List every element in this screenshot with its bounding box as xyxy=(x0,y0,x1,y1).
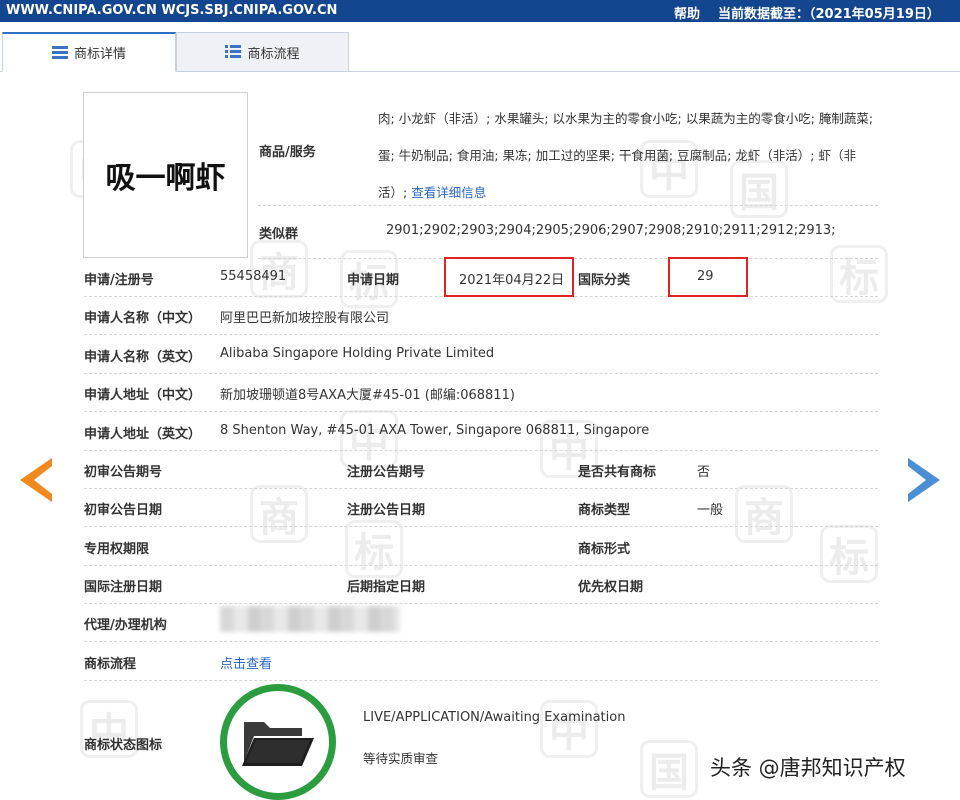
shared-label: 是否共有商标 xyxy=(578,465,657,480)
prelim-date-label: 初审公告日期 xyxy=(84,503,163,518)
applicant-cn-label: 申请人名称（中文） xyxy=(84,311,202,326)
watermark-stamp: 商 xyxy=(250,485,308,543)
flow-view-link[interactable]: 点击查看 xyxy=(220,653,272,672)
priority-date-label: 优先权日期 xyxy=(578,580,644,595)
row-divider xyxy=(84,526,878,527)
row-divider xyxy=(84,334,878,335)
address-cn-value: 新加坡珊顿道8号AXA大厦#45-01 (邮编:068811) xyxy=(220,388,515,403)
status-cn: 等待实质审查 xyxy=(363,751,439,766)
similar-group-label: 类似群 xyxy=(259,227,299,242)
goods-detail-link[interactable]: 查看详细信息 xyxy=(411,185,486,200)
type-value: 一般 xyxy=(697,503,724,518)
trademark-name: 吸一啊虾 xyxy=(105,161,226,196)
flow-label: 商标流程 xyxy=(84,657,137,672)
status-en: LIVE/APPLICATION/Awaiting Examination xyxy=(363,710,626,725)
row-divider xyxy=(84,450,878,451)
applicant-cn-value: 阿里巴巴新加坡控股有限公司 xyxy=(220,311,390,326)
reg-no-value: 55458491 xyxy=(220,269,287,284)
next-arrow-icon[interactable] xyxy=(908,458,940,502)
tab-flow-label: 商标流程 xyxy=(247,46,300,62)
reg-ann-no-label: 注册公告期号 xyxy=(347,465,426,480)
goods-list: 肉; 小龙虾（非活）; 水果罐头; 以水果为主的零食小吃; 以果蔬为主的零食小吃… xyxy=(378,100,874,211)
trademark-image: 吸一啊虾 xyxy=(83,92,248,258)
top-bar: WWW.CNIPA.GOV.CN WCJS.SBJ.CNIPA.GOV.CN 帮… xyxy=(0,0,960,22)
reg-no-label: 申请/注册号 xyxy=(84,273,154,288)
watermark-stamp: 中 xyxy=(540,700,598,758)
watermark-stamp: 标 xyxy=(345,520,403,578)
status-icon xyxy=(220,684,336,800)
exclusive-label: 专用权期限 xyxy=(84,542,150,557)
previous-arrow-icon[interactable] xyxy=(20,458,52,502)
watermark-stamp: 标 xyxy=(830,245,888,303)
applicant-en-label: 申请人名称（英文） xyxy=(84,350,202,365)
row-divider xyxy=(84,680,878,681)
watermark-stamp: 商 xyxy=(735,485,793,543)
applicant-en-value: Alibaba Singapore Holding Private Limite… xyxy=(220,346,495,361)
type-label: 商标类型 xyxy=(578,503,631,518)
row-divider xyxy=(84,565,878,566)
list-icon xyxy=(225,45,242,59)
tab-flow[interactable]: 商标流程 xyxy=(176,32,349,72)
agent-label: 代理/办理机构 xyxy=(84,618,167,633)
data-date: 当前数据截至：（2021年05月19日） xyxy=(718,7,940,22)
watermark-stamp: 国 xyxy=(640,740,698,798)
tab-details-label: 商标详情 xyxy=(73,47,126,62)
highlight-intl-class xyxy=(668,257,748,297)
reg-ann-date-label: 注册公告日期 xyxy=(347,503,426,518)
tab-bar: 商标详情 商标流程 xyxy=(0,32,960,72)
watermark-stamp: 中 xyxy=(340,410,398,468)
status-icon-label: 商标状态图标 xyxy=(84,738,163,753)
tab-details[interactable]: 商标详情 xyxy=(2,32,176,72)
source-watermark: 头条 @唐邦知识产权 xyxy=(710,756,906,780)
address-en-value: 8 Shenton Way, #45-01 AXA Tower, Singapo… xyxy=(220,423,650,438)
site-urls: WWW.CNIPA.GOV.CN WCJS.SBJ.CNIPA.GOV.CN xyxy=(6,3,338,18)
goods-label: 商品/服务 xyxy=(259,145,316,160)
document-icon xyxy=(51,45,68,60)
address-en-label: 申请人地址（英文） xyxy=(84,427,202,442)
intl-reg-date-label: 国际注册日期 xyxy=(84,580,163,595)
similar-group-value: 2901;2902;2903;2904;2905;2906;2907;2908;… xyxy=(386,223,836,238)
row-divider xyxy=(258,205,878,206)
shared-value: 否 xyxy=(697,465,711,480)
highlight-apply-date xyxy=(444,257,574,297)
later-date-label: 后期指定日期 xyxy=(347,580,426,595)
folder-icon xyxy=(242,722,314,766)
prelim-no-label: 初审公告期号 xyxy=(84,465,163,480)
row-divider xyxy=(84,603,878,604)
agent-value-redacted xyxy=(220,606,400,632)
row-divider xyxy=(84,373,878,374)
form-label: 商标形式 xyxy=(578,542,631,557)
intl-class-label: 国际分类 xyxy=(578,273,631,288)
help-link[interactable]: 帮助 xyxy=(674,3,700,22)
row-divider xyxy=(84,488,878,489)
row-divider xyxy=(84,641,878,642)
watermark-stamp: 标 xyxy=(820,525,878,583)
row-divider xyxy=(84,411,878,412)
apply-date-label: 申请日期 xyxy=(347,273,400,288)
address-cn-label: 申请人地址（中文） xyxy=(84,388,202,403)
